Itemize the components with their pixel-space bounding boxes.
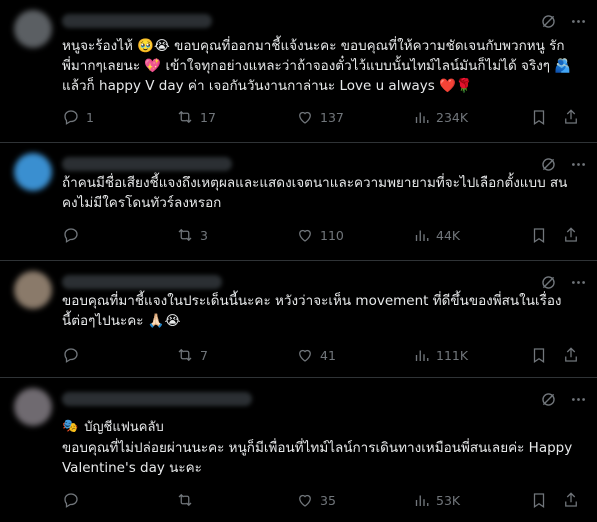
views-icon — [415, 350, 429, 361]
retweet-count: 17 — [200, 109, 216, 125]
bookmark-button[interactable] — [530, 226, 548, 244]
reply-feed: หนูจะร้องไห้ 🥹😭 ขอบคุณที่ออกมาชี้แจ้งนะค… — [0, 0, 597, 522]
retweet-count: 7 — [200, 347, 208, 363]
tweet-text: ขอบคุณที่มาชี้แจงในประเด็นนี้นะคะ หวังว่… — [62, 293, 562, 329]
more-options-icon[interactable] — [569, 390, 587, 408]
heart-icon — [299, 349, 311, 362]
like-button[interactable]: 41 — [296, 346, 336, 364]
reply-icon — [64, 493, 78, 508]
reply-icon — [64, 228, 78, 243]
reply-button[interactable] — [62, 346, 86, 364]
grok-icon[interactable] — [539, 390, 557, 408]
tweet-text: ถ้าคนมีชื่อเสียงชี้แจงถึงเหตุผลและแสดงเจ… — [62, 175, 568, 211]
fan-account-badge: 🎭 บัญชีแฟนคลับ — [62, 416, 164, 437]
more-options-icon[interactable] — [569, 12, 587, 30]
reply-count: 1 — [86, 109, 94, 125]
grok-icon[interactable] — [539, 155, 557, 173]
like-count: 41 — [320, 347, 336, 363]
share-icon — [565, 347, 577, 362]
bookmark-icon — [533, 493, 545, 508]
heart-icon — [299, 494, 311, 507]
retweet-icon — [178, 110, 192, 124]
bookmark-icon — [533, 348, 545, 363]
reply-icon — [64, 110, 78, 125]
grok-icon[interactable] — [539, 273, 557, 291]
author-name-blurred — [62, 157, 232, 171]
view-count: 111K — [436, 347, 469, 363]
views-button[interactable]: 234K — [412, 108, 468, 126]
retweet-button[interactable] — [176, 491, 200, 509]
avatar[interactable] — [14, 388, 52, 426]
retweet-count: 3 — [200, 227, 208, 243]
like-button[interactable]: 35 — [296, 491, 336, 509]
views-button[interactable]: 111K — [412, 346, 468, 364]
share-icon — [565, 227, 577, 242]
bookmark-icon — [533, 110, 545, 125]
theater-mask-icon: 🎭 — [62, 419, 79, 434]
avatar[interactable] — [14, 10, 52, 48]
bookmark-button[interactable] — [530, 491, 548, 509]
share-button[interactable] — [562, 491, 580, 509]
views-icon — [415, 230, 429, 241]
grok-icon[interactable] — [539, 12, 557, 30]
retweet-button[interactable]: 17 — [176, 108, 216, 126]
like-count: 35 — [320, 492, 336, 508]
view-count: 44K — [436, 227, 461, 243]
bookmark-button[interactable] — [530, 346, 548, 364]
like-count: 110 — [320, 227, 344, 243]
reply-button[interactable] — [62, 226, 86, 244]
more-options-icon[interactable] — [569, 273, 587, 291]
share-button[interactable] — [562, 346, 580, 364]
views-button[interactable]: 44K — [412, 226, 460, 244]
bookmark-button[interactable] — [530, 108, 548, 126]
like-button[interactable]: 110 — [296, 226, 344, 244]
reply-button[interactable] — [62, 491, 86, 509]
author-name-blurred — [62, 275, 222, 289]
views-icon — [415, 495, 429, 506]
fan-account-label: บัญชีแฟนคลับ — [84, 420, 164, 435]
share-icon — [565, 492, 577, 507]
view-count: 234K — [436, 109, 469, 125]
reply-button[interactable]: 1 — [62, 108, 94, 126]
share-button[interactable] — [562, 226, 580, 244]
bookmark-icon — [533, 228, 545, 243]
views-button[interactable]: 53K — [412, 491, 460, 509]
author-name-blurred — [62, 14, 212, 28]
like-count: 137 — [320, 109, 344, 125]
tweet[interactable]: 🎭 บัญชีแฟนคลับ ขอบคุณที่ไม่ปล่อยผ่านนะคะ… — [0, 378, 597, 522]
avatar[interactable] — [14, 271, 52, 309]
retweet-button[interactable]: 7 — [176, 346, 208, 364]
avatar[interactable] — [14, 153, 52, 191]
tweet[interactable]: ขอบคุณที่มาชี้แจงในประเด็นนี้นะคะ หวังว่… — [0, 261, 597, 378]
views-icon — [415, 112, 429, 123]
tweet[interactable]: หนูจะร้องไห้ 🥹😭 ขอบคุณที่ออกมาชี้แจ้งนะค… — [0, 0, 597, 143]
tweet-text: ขอบคุณที่ไม่ปล่อยผ่านนะคะ หนูก็มีเพื่อนท… — [62, 440, 573, 476]
like-button[interactable]: 137 — [296, 108, 344, 126]
retweet-icon — [178, 348, 192, 362]
tweet[interactable]: ถ้าคนมีชื่อเสียงชี้แจงถึงเหตุผลและแสดงเจ… — [0, 143, 597, 261]
share-icon — [565, 109, 577, 124]
retweet-icon — [178, 493, 192, 507]
retweet-button[interactable]: 3 — [176, 226, 208, 244]
more-options-icon[interactable] — [569, 155, 587, 173]
share-button[interactable] — [562, 108, 580, 126]
heart-icon — [299, 229, 311, 242]
tweet-text: หนูจะร้องไห้ 🥹😭 ขอบคุณที่ออกมาชี้แจ้งนะค… — [62, 38, 572, 94]
heart-icon — [299, 111, 311, 124]
view-count: 53K — [436, 492, 461, 508]
author-name-blurred — [62, 392, 252, 406]
retweet-icon — [178, 228, 192, 242]
reply-icon — [64, 348, 78, 363]
